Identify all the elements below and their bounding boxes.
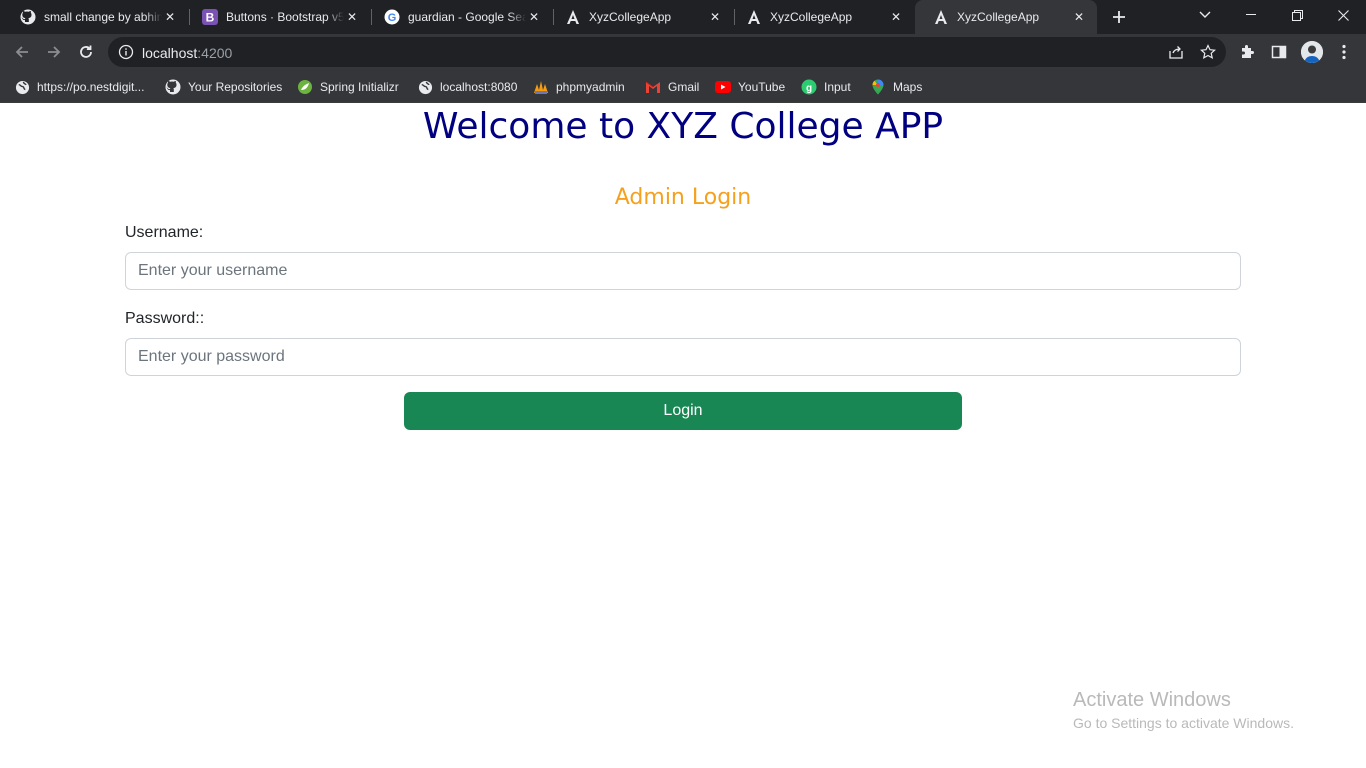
maps-icon — [870, 79, 886, 95]
bookmarks-bar: https://po.nestdigit... Your Repositorie… — [0, 70, 1366, 103]
svg-text:B: B — [206, 11, 215, 25]
svg-text:G: G — [388, 12, 397, 24]
login-button[interactable]: Login — [404, 392, 962, 430]
github-icon — [20, 9, 36, 25]
password-input[interactable] — [125, 338, 1241, 376]
url-host: localhost — [142, 45, 198, 61]
angular-icon — [933, 9, 949, 25]
phpmyadmin-icon — [533, 79, 549, 95]
page-title: Welcome to XYZ College APP — [422, 106, 944, 147]
bookmark-label: Your Repositories — [188, 80, 283, 94]
tab-title: guardian - Google Sea — [408, 10, 526, 24]
bookmark-label: phpmyadmin — [556, 80, 625, 94]
tab-xyzcollegeapp[interactable]: XyzCollegeApp ✕ — [728, 0, 914, 34]
site-info-icon[interactable] — [118, 44, 134, 60]
globe-icon — [14, 79, 30, 95]
bookmark-localhost-8080[interactable]: localhost:8080 — [417, 76, 517, 98]
bookmark-your-repositories[interactable]: Your Repositories — [165, 76, 282, 98]
forward-button[interactable] — [40, 38, 68, 66]
address-bar[interactable]: localhost:4200 — [108, 37, 1226, 67]
close-tab-icon[interactable]: ✕ — [1071, 9, 1087, 25]
angular-icon — [746, 9, 762, 25]
tab-strip: small change by abhin ✕ B Buttons · Boot… — [0, 0, 1366, 34]
username-label: Username: — [125, 224, 204, 241]
back-button[interactable] — [8, 38, 36, 66]
tab-github[interactable]: small change by abhin ✕ — [2, 0, 188, 34]
bookmark-label: YouTube — [738, 80, 786, 94]
close-tab-icon[interactable]: ✕ — [344, 9, 360, 25]
tab-xyzcollegeapp-active[interactable]: XyzCollegeApp ✕ — [915, 0, 1097, 34]
bookmark-label: Input — [824, 80, 851, 94]
bookmark-label: Maps — [893, 80, 923, 94]
username-input[interactable] — [125, 252, 1241, 290]
close-tab-icon[interactable]: ✕ — [888, 9, 904, 25]
bookmark-phpmyadmin[interactable]: phpmyadmin — [533, 76, 625, 98]
bookmark-spring-initializr[interactable]: Spring Initializr — [297, 76, 399, 98]
activate-windows-hint: Go to Settings to activate Windows. — [1073, 715, 1294, 731]
tab-google-search[interactable]: G guardian - Google Sea ✕ — [366, 0, 552, 34]
activate-windows-title: Activate Windows — [1073, 689, 1231, 711]
close-window-button[interactable] — [1320, 0, 1366, 30]
browser-toolbar: localhost:4200 — [0, 34, 1366, 70]
input-icon: g — [801, 79, 817, 95]
tab-title: XyzCollegeApp — [957, 10, 1040, 24]
svg-text:g: g — [806, 83, 812, 94]
angular-icon — [565, 9, 581, 25]
google-icon: G — [384, 9, 400, 25]
extensions-icon[interactable] — [1238, 43, 1256, 61]
close-tab-icon[interactable]: ✕ — [707, 9, 723, 25]
page-content: Welcome to XYZ College APP Admin Login U… — [0, 103, 1366, 768]
tab-title: small change by abhin — [44, 10, 162, 24]
tab-xyzcollegeapp[interactable]: XyzCollegeApp ✕ — [547, 0, 733, 34]
spring-icon — [297, 79, 313, 95]
bookmark-label: localhost:8080 — [440, 80, 518, 94]
bookmark-label: Spring Initializr — [320, 80, 399, 94]
close-tab-icon[interactable]: ✕ — [526, 9, 542, 25]
side-panel-icon[interactable] — [1270, 43, 1288, 61]
new-tab-button[interactable] — [1106, 5, 1132, 29]
menu-kebab-icon[interactable] — [1335, 43, 1353, 61]
tab-bootstrap[interactable]: B Buttons · Bootstrap v5 ✕ — [184, 0, 370, 34]
profile-avatar[interactable] — [1301, 41, 1323, 63]
tab-search-button[interactable] — [1182, 0, 1228, 30]
youtube-icon — [715, 79, 731, 95]
bookmark-input[interactable]: g Input — [801, 76, 851, 98]
bookmark-nestdigit[interactable]: https://po.nestdigit... — [14, 76, 144, 98]
github-icon — [165, 79, 181, 95]
globe-icon — [417, 79, 433, 95]
bookmark-gmail[interactable]: Gmail — [645, 76, 699, 98]
back-arrow-icon — [15, 46, 28, 58]
tab-title: Buttons · Bootstrap v5 — [226, 10, 344, 24]
restore-button[interactable] — [1274, 0, 1320, 30]
url-port: :4200 — [197, 45, 233, 61]
bookmark-star-icon[interactable] — [1200, 44, 1216, 60]
login-heading: Admin Login — [614, 185, 752, 210]
close-tab-icon[interactable]: ✕ — [162, 9, 178, 25]
url-text[interactable]: localhost:4200 — [142, 45, 232, 61]
tab-title: XyzCollegeApp — [589, 10, 672, 24]
bootstrap-icon: B — [202, 9, 218, 25]
bookmark-label: https://po.nestdigit... — [37, 80, 145, 94]
share-icon[interactable] — [1168, 44, 1184, 60]
bookmark-maps[interactable]: Maps — [870, 76, 922, 98]
forward-arrow-icon — [48, 46, 61, 58]
bookmark-label: Gmail — [668, 80, 700, 94]
bookmark-youtube[interactable]: YouTube — [715, 76, 785, 98]
tab-title: XyzCollegeApp — [770, 10, 853, 24]
gmail-icon — [645, 79, 661, 95]
password-label: Password:: — [125, 310, 205, 327]
reload-icon — [80, 45, 92, 58]
minimize-button[interactable] — [1228, 0, 1274, 30]
reload-button[interactable] — [72, 38, 100, 66]
